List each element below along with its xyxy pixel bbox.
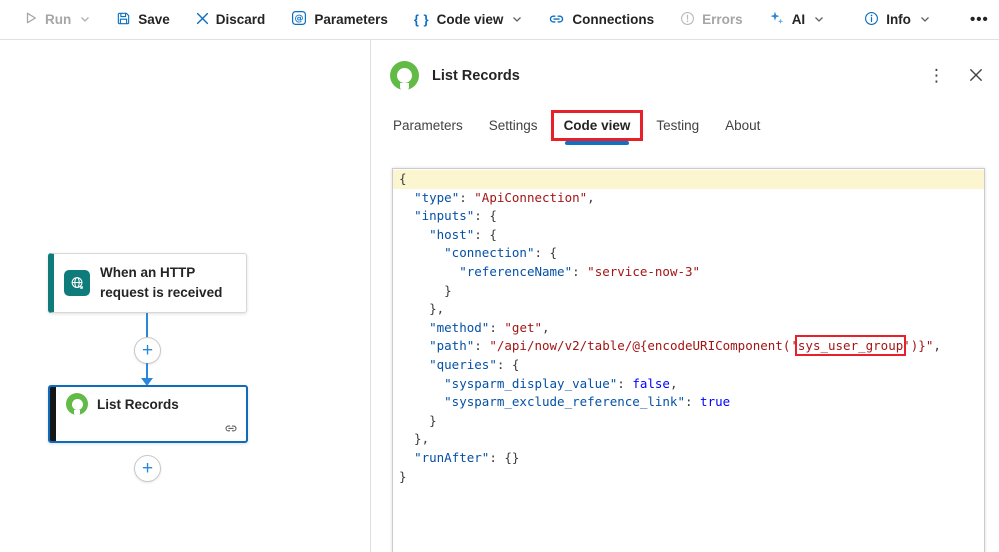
code-view-button[interactable]: { } Code view bbox=[406, 8, 531, 31]
connections-link-icon bbox=[548, 10, 565, 30]
connection-link-icon[interactable] bbox=[224, 421, 238, 440]
top-toolbar: Run Save Discard @ Parameters { } C bbox=[0, 0, 999, 40]
tab-about[interactable]: About bbox=[725, 110, 760, 133]
code-line: "type": "ApiConnection", bbox=[393, 189, 984, 208]
code-line: "queries": { bbox=[393, 356, 984, 375]
chevron-down-icon bbox=[920, 16, 930, 23]
code-line: "referenceName": "service-now-3" bbox=[393, 263, 984, 282]
ai-sparkle-icon bbox=[769, 10, 785, 29]
discard-x-icon bbox=[196, 12, 209, 28]
svg-text:@: @ bbox=[295, 14, 304, 24]
save-button[interactable]: Save bbox=[108, 7, 178, 33]
main-area: When an HTTP request is received + List … bbox=[0, 40, 999, 552]
code-line: "path": "/api/now/v2/table/@{encodeURICo… bbox=[393, 337, 984, 356]
chevron-down-icon bbox=[80, 16, 90, 23]
trigger-title: When an HTTP request is received bbox=[100, 263, 236, 302]
errors-warning-icon bbox=[680, 11, 695, 29]
code-line: } bbox=[393, 468, 984, 487]
run-label: Run bbox=[45, 12, 71, 27]
code-line: "connection": { bbox=[393, 244, 984, 263]
connections-button[interactable]: Connections bbox=[540, 6, 662, 34]
parameters-at-icon: @ bbox=[291, 10, 307, 29]
code-line: "runAfter": {} bbox=[393, 449, 984, 468]
save-icon bbox=[116, 11, 131, 29]
code-line: }, bbox=[393, 300, 984, 319]
parameters-label: Parameters bbox=[314, 12, 388, 27]
errors-button[interactable]: Errors bbox=[672, 7, 751, 33]
ai-label: AI bbox=[792, 12, 806, 27]
code-line: "host": { bbox=[393, 226, 984, 245]
connector-edge bbox=[146, 313, 148, 338]
chevron-down-icon bbox=[512, 16, 522, 23]
code-line: } bbox=[393, 412, 984, 431]
ai-button[interactable]: AI bbox=[761, 6, 833, 33]
code-line: "inputs": { bbox=[393, 207, 984, 226]
play-icon bbox=[24, 11, 38, 28]
panel-tabs: Parameters Settings Code view Testing Ab… bbox=[393, 110, 760, 133]
code-line: "method": "get", bbox=[393, 319, 984, 338]
info-button[interactable]: Info bbox=[856, 7, 938, 33]
chevron-down-icon bbox=[814, 16, 824, 23]
parameters-button[interactable]: @ Parameters bbox=[283, 6, 396, 33]
panel-title: List Records bbox=[432, 68, 520, 84]
errors-label: Errors bbox=[702, 12, 743, 27]
add-action-button[interactable]: + bbox=[134, 455, 161, 482]
panel-menu-button[interactable]: ⋮ bbox=[922, 64, 951, 88]
connector-edge bbox=[146, 363, 148, 379]
run-button[interactable]: Run bbox=[16, 7, 98, 32]
code-editor[interactable]: { "type": "ApiConnection", "inputs": { "… bbox=[392, 168, 985, 552]
info-label: Info bbox=[886, 12, 911, 27]
connections-label: Connections bbox=[572, 12, 654, 27]
servicenow-icon bbox=[390, 61, 419, 90]
discard-label: Discard bbox=[216, 12, 266, 27]
action-card-list-records[interactable]: List Records bbox=[48, 385, 248, 443]
code-braces-icon: { } bbox=[414, 12, 430, 27]
panel-header: List Records bbox=[390, 61, 520, 90]
tab-parameters[interactable]: Parameters bbox=[393, 110, 463, 133]
discard-button[interactable]: Discard bbox=[188, 8, 274, 32]
workflow-canvas[interactable]: When an HTTP request is received + List … bbox=[0, 40, 371, 552]
action-title: List Records bbox=[97, 397, 179, 412]
tab-testing[interactable]: Testing bbox=[656, 110, 699, 133]
code-view-label: Code view bbox=[437, 12, 504, 27]
code-line: }, bbox=[393, 430, 984, 449]
ellipsis-icon: ••• bbox=[970, 11, 989, 28]
tab-code-view[interactable]: Code view bbox=[564, 110, 631, 133]
code-line: } bbox=[393, 282, 984, 301]
servicenow-icon bbox=[66, 393, 88, 415]
tab-settings[interactable]: Settings bbox=[489, 110, 538, 133]
save-label: Save bbox=[138, 12, 170, 27]
code-editor-content[interactable]: { "type": "ApiConnection", "inputs": { "… bbox=[393, 169, 984, 486]
code-line: { bbox=[393, 170, 984, 189]
info-icon bbox=[864, 11, 879, 29]
active-tab-underline bbox=[565, 141, 630, 145]
panel-close-button[interactable] bbox=[967, 66, 985, 89]
action-details-panel: List Records ⋮ Parameters Settings Code … bbox=[371, 40, 999, 552]
http-request-icon bbox=[64, 270, 90, 296]
trigger-card-http-request[interactable]: When an HTTP request is received bbox=[48, 253, 247, 313]
code-line: "sysparm_exclude_reference_link": true bbox=[393, 393, 984, 412]
insert-step-button[interactable]: + bbox=[134, 337, 161, 364]
more-options-button[interactable]: ••• bbox=[962, 7, 997, 32]
code-line: "sysparm_display_value": false, bbox=[393, 375, 984, 394]
